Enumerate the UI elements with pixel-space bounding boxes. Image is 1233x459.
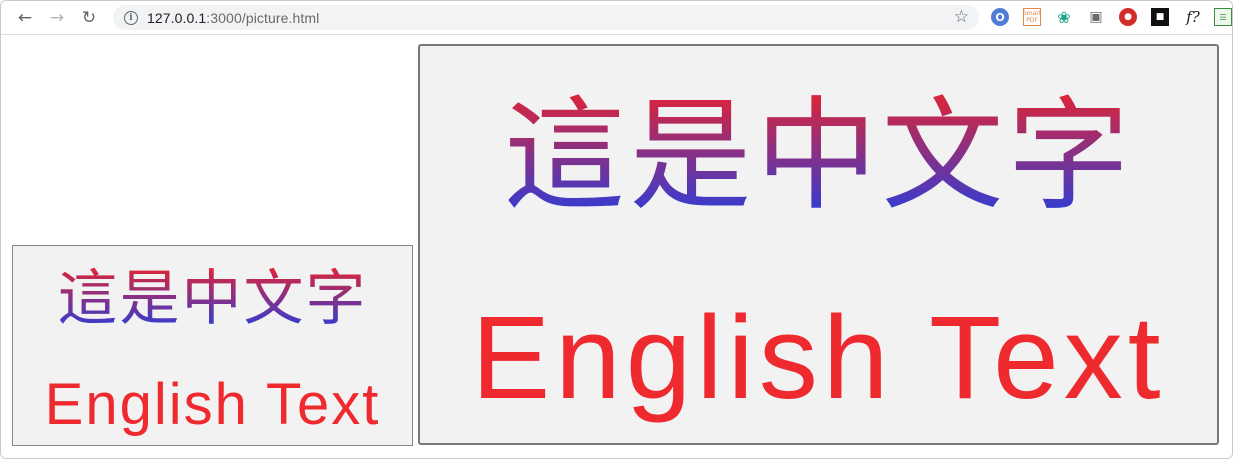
camera-extension-icon[interactable]: ▣	[1087, 8, 1105, 26]
chinese-text-large: 這是中文字	[420, 86, 1217, 226]
url-path: :3000/picture.html	[206, 9, 320, 26]
smart-pdf-label-top: Smart	[1022, 10, 1042, 17]
smart-pdf-label-bottom: PDF	[1026, 17, 1038, 24]
bird-extension-icon[interactable]: ❀	[1055, 8, 1073, 27]
english-text-large: English Text	[471, 292, 1166, 424]
url-host: 127.0.0.1	[147, 9, 207, 26]
dark-extension-icon[interactable]: ■	[1151, 8, 1169, 26]
font-extension-icon[interactable]: f?	[1182, 8, 1204, 26]
info-icon[interactable]: i	[124, 10, 138, 25]
navigation-buttons: ← → ↻	[1, 7, 100, 29]
picture-small: 這是中文字 English Text	[12, 245, 413, 446]
browser-window: ← → ↻ i 127.0.0.1:3000/picture.html ☆ O …	[0, 0, 1233, 459]
chinese-text-small: 這是中文字	[13, 264, 412, 334]
picture-large: 這是中文字 English Text	[418, 44, 1219, 445]
url-text[interactable]: 127.0.0.1:3000/picture.html	[147, 10, 319, 26]
browser-toolbar: ← → ↻ i 127.0.0.1:3000/picture.html ☆ O …	[1, 1, 1232, 35]
english-text-small: English Text	[44, 372, 381, 437]
sheet-extension-icon[interactable]: ☰	[1214, 8, 1232, 26]
back-arrow-icon[interactable]: ←	[14, 7, 36, 29]
opera-extension-icon[interactable]: O	[991, 8, 1009, 26]
address-bar[interactable]: i 127.0.0.1:3000/picture.html ☆	[113, 5, 979, 30]
page-content: 這是中文字 English Text 這是中文字 English Text	[1, 35, 1232, 458]
star-icon[interactable]: ☆	[954, 7, 969, 27]
smart-pdf-extension-icon[interactable]: Smart PDF	[1023, 8, 1041, 26]
reload-icon[interactable]: ↻	[78, 7, 100, 29]
lastpass-extension-icon[interactable]: ●	[1119, 8, 1137, 26]
forward-arrow-icon[interactable]: →	[46, 7, 68, 29]
